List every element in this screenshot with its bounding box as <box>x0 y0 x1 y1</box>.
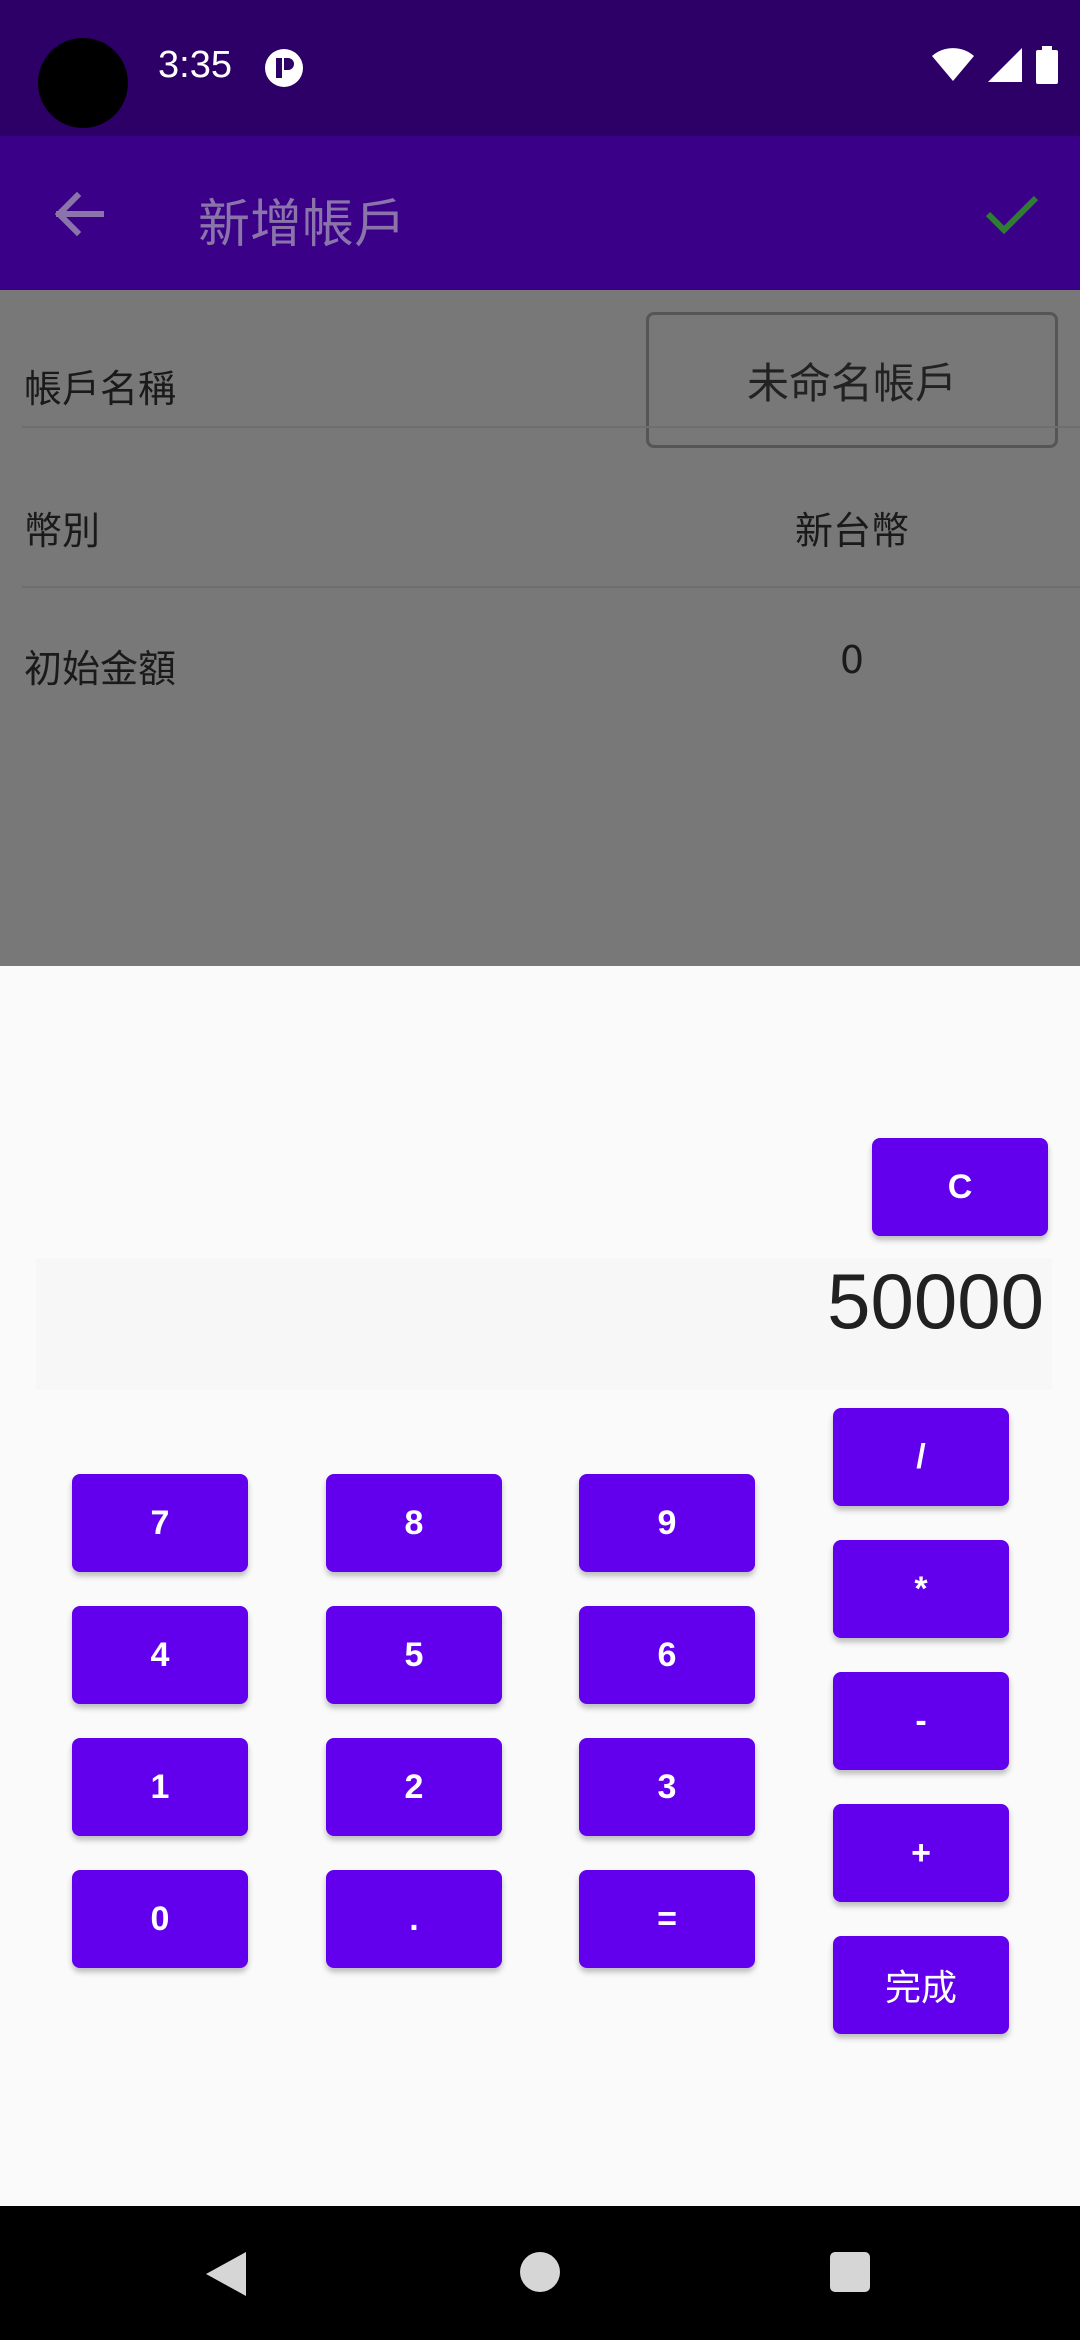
account-name-field[interactable]: 未命名帳戶 <box>646 312 1058 448</box>
initial-amount-label: 初始金額 <box>24 647 177 691</box>
key-8[interactable]: 8 <box>326 1474 502 1572</box>
currency-label: 幣別 <box>24 509 101 553</box>
key-2[interactable]: 2 <box>326 1738 502 1836</box>
key-7[interactable]: 7 <box>72 1474 248 1572</box>
system-nav-bar <box>0 2206 1080 2340</box>
key-subtract[interactable]: - <box>833 1672 1009 1770</box>
key-equals[interactable]: = <box>579 1870 755 1968</box>
nav-home-icon[interactable] <box>520 2252 560 2292</box>
account-form: 帳戶名稱 未命名帳戶 幣別 新台幣 初始金額 0 <box>0 290 1080 966</box>
initial-amount-row[interactable]: 初始金額 0 <box>0 588 1080 726</box>
status-icons <box>932 46 1058 84</box>
key-decimal[interactable]: . <box>326 1870 502 1968</box>
key-multiply[interactable]: * <box>833 1540 1009 1638</box>
key-9[interactable]: 9 <box>579 1474 755 1572</box>
app-bar: 新增帳戶 <box>0 136 1080 290</box>
arrow-left-icon <box>55 192 104 236</box>
app-notification-icon <box>265 49 303 87</box>
battery-icon <box>1036 46 1058 84</box>
key-0[interactable]: 0 <box>72 1870 248 1968</box>
done-button[interactable]: 完成 <box>833 1936 1009 2034</box>
wifi-icon <box>932 48 974 81</box>
confirm-button[interactable] <box>970 172 1054 256</box>
calculator-sheet: C 50000 7 8 9 4 5 6 1 2 3 0 . = / * - + … <box>0 966 1080 2206</box>
key-3[interactable]: 3 <box>579 1738 755 1836</box>
nav-recents-icon[interactable] <box>830 2252 870 2292</box>
initial-amount-value[interactable]: 0 <box>646 638 1058 682</box>
key-add[interactable]: + <box>833 1804 1009 1902</box>
key-1[interactable]: 1 <box>72 1738 248 1836</box>
key-6[interactable]: 6 <box>579 1606 755 1704</box>
check-icon <box>985 195 1039 235</box>
key-divide[interactable]: / <box>833 1408 1009 1506</box>
account-name-row: 帳戶名稱 未命名帳戶 <box>0 290 1080 448</box>
calculator-display: 50000 <box>827 1257 1044 1345</box>
cell-signal-icon <box>988 48 1022 82</box>
key-4[interactable]: 4 <box>72 1606 248 1704</box>
currency-row[interactable]: 幣別 新台幣 <box>0 450 1080 588</box>
status-time: 3:35 <box>158 44 232 86</box>
back-button[interactable] <box>40 174 120 254</box>
account-name-label: 帳戶名稱 <box>24 367 177 411</box>
camera-cutout <box>38 38 128 128</box>
nav-back-icon[interactable] <box>204 2250 248 2298</box>
page-title: 新增帳戶 <box>198 195 407 255</box>
status-bar: 3:35 <box>0 0 1080 136</box>
currency-value[interactable]: 新台幣 <box>646 500 1058 555</box>
clear-button[interactable]: C <box>872 1138 1048 1236</box>
key-5[interactable]: 5 <box>326 1606 502 1704</box>
